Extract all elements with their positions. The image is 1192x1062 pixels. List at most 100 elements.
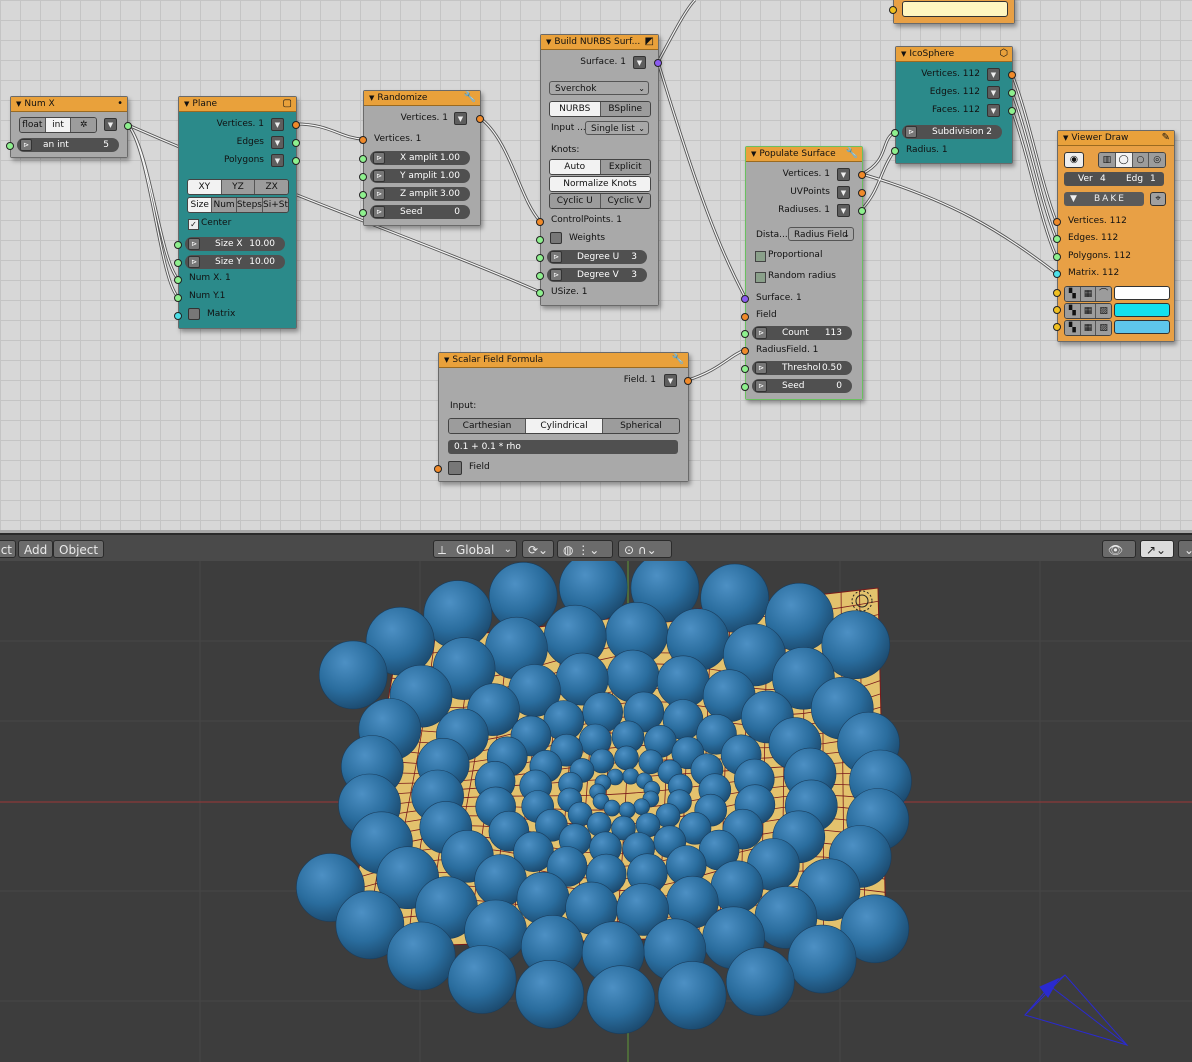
collapse-icon[interactable]: ▼	[751, 150, 756, 158]
collapse-icon[interactable]: ▼	[369, 94, 374, 102]
distribution-select[interactable]: Radius Field ⌄	[788, 227, 854, 241]
dropdown-icon[interactable]: ▼	[837, 186, 850, 199]
int-field[interactable]: ⊳ an int 5	[17, 138, 119, 152]
plane-mode-toggle[interactable]: Size Num Steps Si+St	[187, 197, 289, 213]
shade-display-icon[interactable]: ◎	[1149, 153, 1165, 167]
object-menu[interactable]: Object	[53, 540, 105, 558]
output-socket[interactable]	[858, 207, 866, 215]
subdivision-field[interactable]: ⊳ Subdivision 2	[902, 125, 1002, 139]
settings-icon[interactable]: ✲	[71, 118, 96, 132]
input-socket[interactable]	[741, 365, 749, 373]
collapse-icon[interactable]: ▼	[184, 100, 189, 108]
output-socket[interactable]	[292, 157, 300, 165]
input-socket[interactable]	[1053, 323, 1061, 331]
dropdown-icon[interactable]: ▼	[271, 118, 284, 131]
input-socket[interactable]	[359, 136, 367, 144]
input-socket[interactable]	[536, 272, 544, 280]
collapse-icon[interactable]: ▼	[16, 100, 21, 108]
dropdown-icon[interactable]: ▼	[987, 86, 1000, 99]
face-display-icon[interactable]: ○	[1132, 153, 1150, 167]
output-socket[interactable]	[654, 59, 662, 67]
node-header[interactable]: ▼ IcoSphere ⬡	[896, 47, 1012, 62]
add-menu[interactable]: Add	[18, 540, 54, 558]
visibility-select[interactable]: 👁⌄	[1102, 540, 1136, 575]
size-button[interactable]: Size	[188, 198, 213, 212]
int-button[interactable]: int	[45, 118, 72, 132]
seed-field[interactable]: ⊳ Seed 0	[370, 205, 470, 219]
edge-color-row[interactable]: ▚ ▦ ▨	[1064, 303, 1170, 319]
plane-node[interactable]: ▼ Plane ▢ Vertices. 1 Edges Polygons ▼ ▼ ▼…	[174, 96, 300, 329]
node-header[interactable]: ▼ Scalar Field Formula 🔧	[439, 353, 688, 368]
knot-mode-toggle[interactable]: Auto Explicit	[549, 159, 651, 175]
cyclic-u-button[interactable]: Cyclic U	[550, 194, 601, 208]
bspline-button[interactable]: BSpline	[600, 102, 650, 116]
center-checkbox[interactable]: ✓	[188, 219, 199, 230]
z-amplitude-field[interactable]: ⊳ Z amplit 3.00	[370, 187, 470, 201]
surface-type-toggle[interactable]: NURBS BSpline	[549, 101, 651, 117]
float-button[interactable]: float	[20, 118, 46, 132]
curve-icon[interactable]: ⌒	[1096, 287, 1111, 301]
output-socket[interactable]	[1008, 107, 1016, 115]
implementation-select[interactable]: Sverchok ⌄	[549, 81, 649, 95]
eye-icon[interactable]: ◉	[1064, 152, 1084, 168]
gizmo-toggle[interactable]: ↗⌄	[1140, 540, 1174, 558]
face-color-row[interactable]: ▚ ▦ ▨	[1064, 320, 1170, 336]
dropdown-icon[interactable]: ▼	[664, 374, 677, 387]
color-swatch[interactable]	[1114, 320, 1170, 334]
threshold-field[interactable]: ⊳ Threshol 0.50	[752, 361, 852, 375]
edge-display-icon[interactable]: ◯	[1115, 153, 1133, 167]
sist-button[interactable]: Si+St	[263, 198, 288, 212]
dropdown-icon[interactable]: ▼	[633, 56, 646, 69]
output-socket[interactable]	[858, 189, 866, 197]
icosphere-node[interactable]: ▼ IcoSphere ⬡ Vertices. 112 Edges. 112 Fac…	[891, 46, 1016, 164]
socket[interactable]	[889, 6, 897, 14]
cylindrical-button[interactable]: Cylindrical	[526, 419, 603, 433]
toggle-icon[interactable]: ▦	[1080, 321, 1097, 335]
cyclic-v-button[interactable]: Cyclic V	[600, 194, 650, 208]
vertex-color-row[interactable]: ▚ ▦ ⌒	[1064, 286, 1170, 302]
snap-select[interactable]: ◍ ⋮⌄	[557, 540, 613, 558]
node-editor[interactable]: ▼ Num X • float int ✲ ▼ ⊳ an int 5 ▼ Plane ▢ V…	[0, 0, 1192, 530]
dropdown-icon[interactable]: ▼	[104, 118, 117, 131]
color-swatch[interactable]	[1114, 303, 1170, 317]
output-socket[interactable]	[292, 139, 300, 147]
dropdown-icon[interactable]: ▼	[271, 154, 284, 167]
node-header[interactable]: ▼ Build NURBS Surf... ◩	[541, 35, 658, 50]
input-socket[interactable]	[359, 209, 367, 217]
count-field[interactable]: ⊳ Count 113	[752, 326, 852, 340]
input-socket[interactable]	[1053, 270, 1061, 278]
node-header[interactable]: ▼ Plane ▢	[179, 97, 296, 112]
spherical-button[interactable]: Spherical	[603, 419, 679, 433]
dropdown-icon[interactable]: ▼	[987, 68, 1000, 81]
input-socket[interactable]	[741, 313, 749, 321]
proportional-editing[interactable]: ⊙ ∩⌄	[618, 540, 672, 558]
dropdown-icon[interactable]: ▼	[271, 136, 284, 149]
output-socket[interactable]	[124, 122, 132, 130]
toggle-icon[interactable]: ▚	[1065, 304, 1081, 318]
dropdown-icon[interactable]: ▼	[837, 168, 850, 181]
mode-toggle[interactable]: float int ✲	[19, 117, 97, 133]
explicit-button[interactable]: Explicit	[600, 160, 650, 174]
input-socket[interactable]	[359, 191, 367, 199]
size-x-field[interactable]: ⊳ Size X 10.00	[185, 237, 285, 251]
input-socket[interactable]	[434, 465, 442, 473]
toggle-icon[interactable]: ▦	[1080, 287, 1097, 301]
collapse-icon[interactable]: ▼	[444, 356, 449, 364]
input-socket[interactable]	[359, 173, 367, 181]
viewer-draw-node[interactable]: ▼ Viewer Draw ✎ ◉ ▥ ◯ ○ ◎ Ver 4 Edg 1 ▼ BA…	[1053, 130, 1175, 342]
output-socket[interactable]	[1008, 89, 1016, 97]
input-socket[interactable]	[741, 295, 749, 303]
bake-options-icon[interactable]: ⌖	[1150, 192, 1166, 206]
input-socket[interactable]	[536, 289, 544, 297]
dropdown-icon[interactable]: ▼	[837, 204, 850, 217]
orientation-select[interactable]: ⟂ Global ⌄	[433, 540, 517, 558]
input-mode-select[interactable]: Single list ⌄	[585, 121, 649, 135]
yz-button[interactable]: YZ	[221, 180, 256, 194]
formula-input[interactable]: 0.1 + 0.1 * rho	[448, 440, 678, 454]
num-button[interactable]: Num	[212, 198, 237, 212]
randomize-node[interactable]: ▼ Randomize 🔧 Vertices. 1 ▼ Vertices. 1 ⊳ X…	[359, 90, 484, 226]
input-socket[interactable]	[359, 155, 367, 163]
input-socket[interactable]	[741, 347, 749, 355]
y-amplitude-field[interactable]: ⊳ Y amplit 1.00	[370, 169, 470, 183]
populate-surface-node[interactable]: ▼ Populate Surface 🔧 Vertices. 1 UVPoints …	[741, 146, 866, 400]
